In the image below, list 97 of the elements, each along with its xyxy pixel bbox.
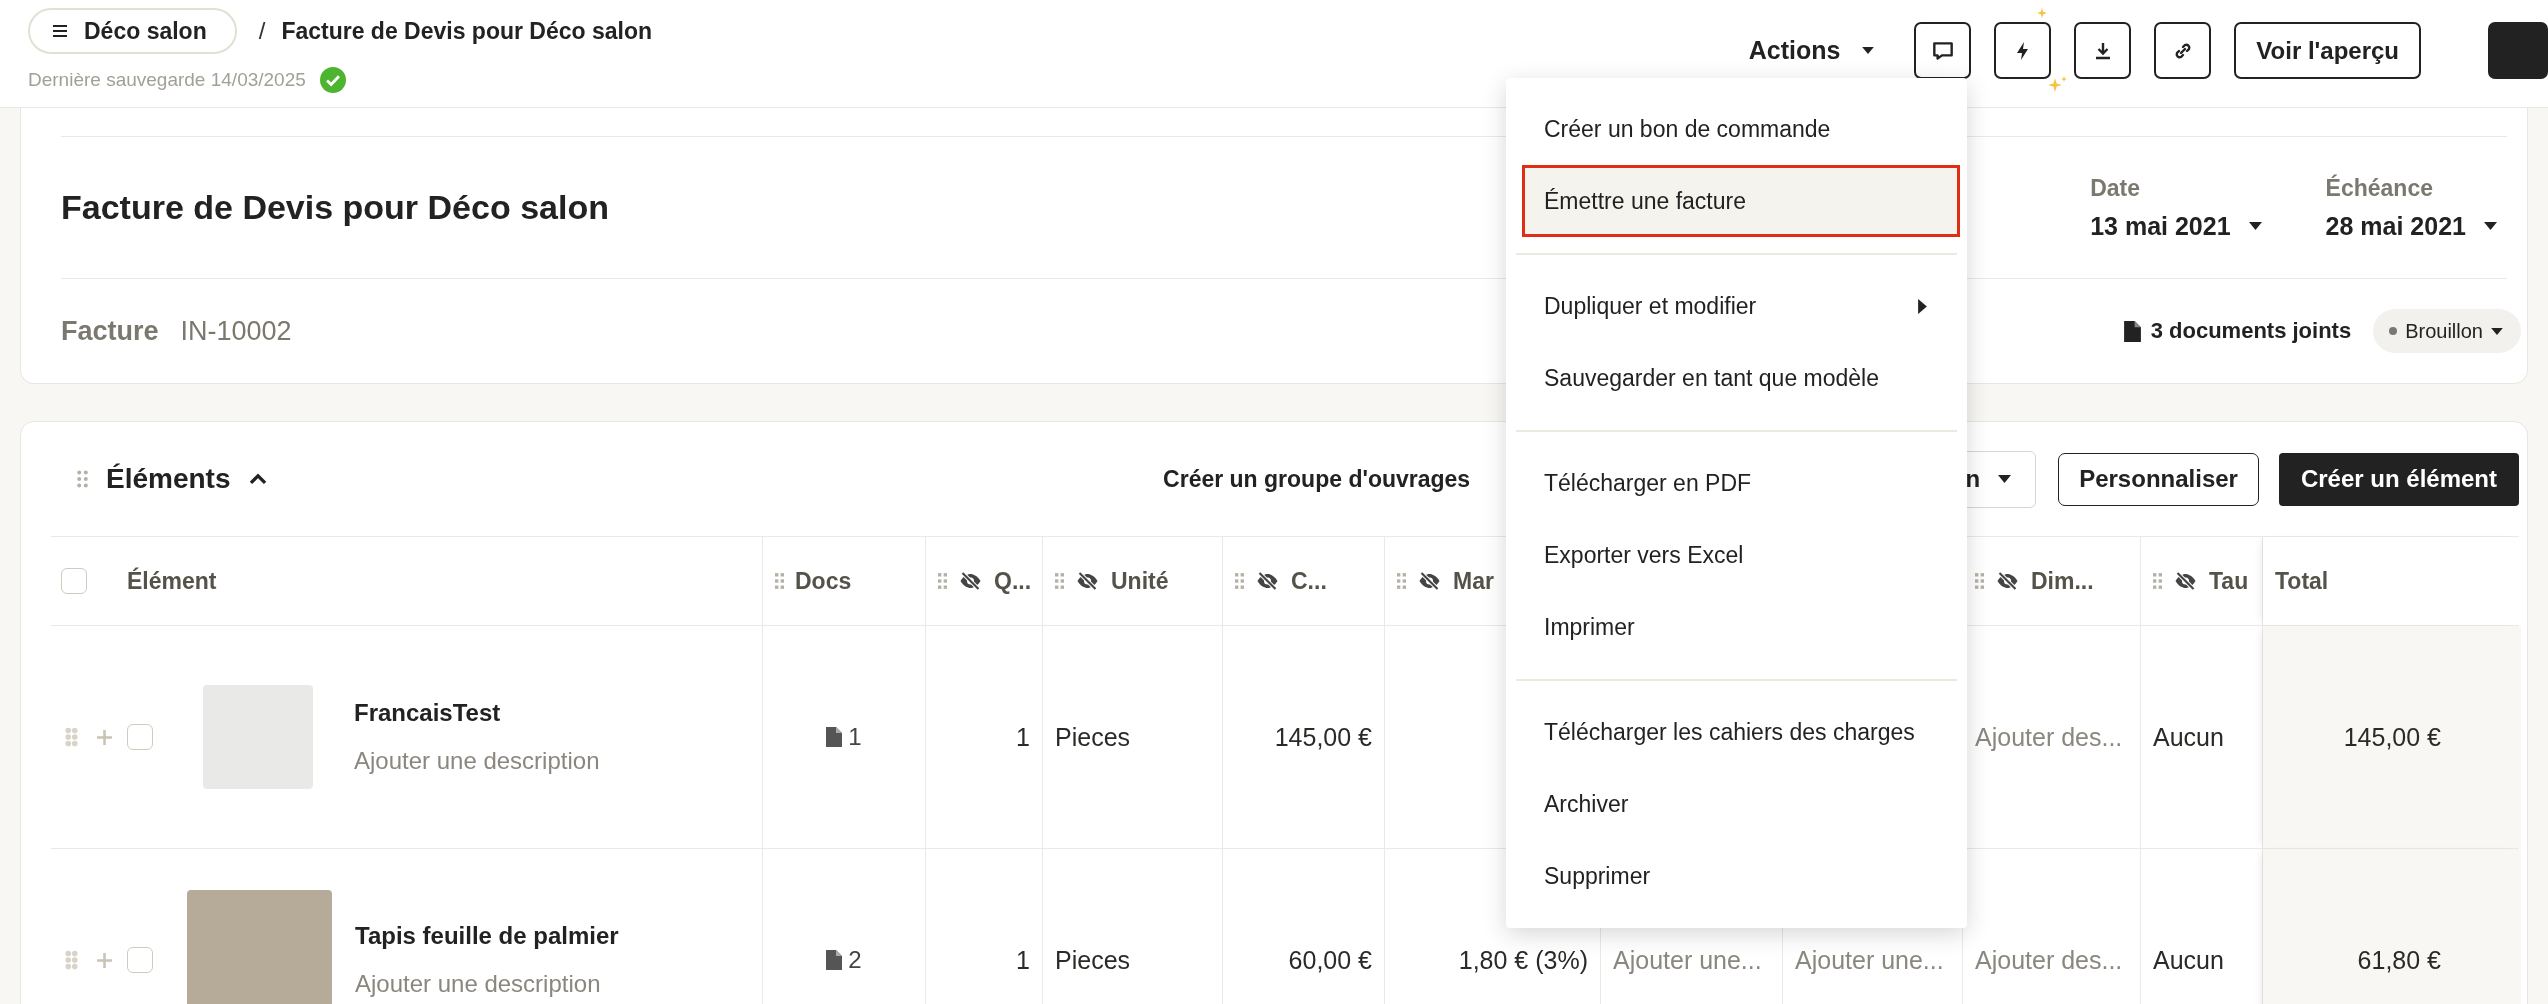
due-date-dropdown[interactable]: 28 mai 2021 — [2325, 211, 2497, 241]
item-name: Tapis feuille de palmier — [355, 922, 619, 950]
drag-handle-icon[interactable] — [77, 470, 88, 488]
item-name: FrancaisTest — [354, 699, 502, 727]
table-cell: 1 — [1016, 722, 1030, 752]
eye-slash-icon[interactable] — [958, 571, 983, 591]
caret-icon — [2248, 222, 2262, 230]
table-cell: 145,00 € — [1274, 722, 1372, 752]
eye-slash-icon[interactable] — [1255, 571, 1280, 591]
menu-item[interactable]: Imprimer — [1522, 591, 1960, 663]
menu-item[interactable]: Télécharger en PDF — [1522, 447, 1960, 519]
menu-icon — [52, 25, 68, 37]
menu-item[interactable]: Exporter vers Excel — [1522, 519, 1960, 591]
table-cell[interactable]: Ajouter des... — [1975, 722, 2123, 752]
page-title: Facture de Devis pour Déco salon — [281, 17, 653, 45]
chevron-icon[interactable] — [248, 473, 267, 485]
column-header: Élément — [127, 567, 217, 595]
column-header: Mar — [1453, 567, 1494, 595]
preview-button[interactable]: Voir l'aperçu — [2234, 22, 2421, 79]
caret-icon — [2491, 327, 2503, 335]
menu-item[interactable]: Créer un bon de commande — [1522, 93, 1960, 165]
drag-handle-icon[interactable] — [1397, 573, 1406, 589]
drag-handle-icon[interactable] — [775, 573, 784, 589]
due-date-label: Échéance — [2325, 174, 2434, 202]
eye-slash-icon[interactable] — [1075, 571, 1100, 591]
column-header: Tau — [2209, 567, 2249, 595]
eye-slash-icon[interactable] — [2173, 571, 2198, 591]
dot-icon — [2389, 327, 2398, 335]
attachments-link[interactable]: 3 documents joints — [2123, 318, 2352, 344]
caret-icon — [1862, 47, 1875, 54]
section-title: Éléments — [106, 463, 231, 495]
eye-slash-icon[interactable] — [1995, 571, 2020, 591]
table-cell: Pieces — [1055, 722, 1131, 752]
comment-icon[interactable] — [1914, 22, 1972, 79]
menu-item[interactable]: Émettre une facture — [1522, 165, 1960, 237]
table-cell: 60,00 € — [1288, 945, 1372, 975]
menu-item[interactable]: Dupliquer et modifier — [1522, 270, 1960, 342]
project-button[interactable]: Déco salon — [28, 8, 237, 54]
document-type: Facture — [61, 315, 159, 347]
caret-icon — [2484, 222, 2497, 230]
status-dropdown[interactable]: Brouillon — [2373, 309, 2521, 353]
link-icon[interactable] — [2154, 22, 2212, 79]
caret-icon — [1998, 475, 2012, 483]
plus-icon[interactable] — [96, 728, 113, 746]
column-header: C... — [1291, 567, 1327, 595]
table-cell: 1 — [1016, 945, 1030, 975]
drag-handle-icon[interactable] — [938, 573, 947, 589]
actions-button[interactable]: Actions — [1748, 22, 1875, 79]
drag-handle-icon[interactable] — [2153, 573, 2162, 589]
table-cell: Aucun — [2153, 945, 2224, 975]
document-title: Facture de Devis pour Déco salon — [61, 188, 609, 227]
lightning-icon[interactable] — [1994, 22, 2052, 79]
table-cell: Aucun — [2153, 722, 2224, 752]
description-field[interactable]: Ajouter une description — [354, 747, 600, 775]
sparkle-icon — [2037, 8, 2048, 18]
date-label: Date — [2090, 174, 2142, 202]
select-all-checkbox[interactable] — [61, 568, 87, 594]
menu-item[interactable]: Sauvegarder en tant que modèle — [1522, 342, 1960, 414]
column-header: Total — [2275, 567, 2329, 595]
eye-slash-icon[interactable] — [1417, 571, 1442, 591]
table-cell: 1,80 € (3%) — [1458, 945, 1588, 975]
drag-handle-icon[interactable] — [65, 727, 78, 747]
document-count[interactable]: 1 — [826, 723, 862, 751]
download-icon[interactable] — [2074, 22, 2132, 79]
drag-handle-icon[interactable] — [1975, 573, 1984, 589]
menu-item[interactable]: Supprimer — [1522, 840, 1960, 912]
table-cell[interactable]: Ajouter une... — [1795, 945, 1944, 975]
date-dropdown[interactable]: 13 mai 2021 — [2090, 211, 2262, 241]
document-count[interactable]: 2 — [826, 946, 862, 974]
row-checkbox[interactable] — [127, 724, 153, 750]
drag-handle-icon[interactable] — [1055, 573, 1064, 589]
drag-handle-icon[interactable] — [65, 950, 78, 970]
drag-handle-icon[interactable] — [1235, 573, 1244, 589]
save-status: Dernière sauvegarde 14/03/2025 — [28, 69, 306, 91]
create-group-button[interactable]: Créer un groupe d'ouvrages — [1163, 465, 1471, 493]
table-cell: Pieces — [1055, 945, 1131, 975]
description-field[interactable]: Ajouter une description — [355, 970, 619, 998]
dark-button[interactable] — [2488, 22, 2548, 79]
document-number: IN-10002 — [180, 315, 292, 347]
table-cell: 145,00 € — [2343, 722, 2441, 752]
file-icon — [826, 727, 843, 747]
row-checkbox[interactable] — [127, 947, 153, 973]
column-header: Docs — [795, 567, 852, 595]
create-element-button[interactable]: Créer un élément — [2278, 452, 2519, 506]
table-cell[interactable]: Ajouter des... — [1975, 945, 2123, 975]
file-icon — [2123, 320, 2141, 342]
column-header: Q... — [994, 567, 1032, 595]
customize-button[interactable]: Personnaliser — [2058, 452, 2259, 506]
table-cell[interactable]: Ajouter une... — [1613, 945, 1762, 975]
menu-item[interactable]: Télécharger les cahiers des charges — [1522, 696, 1960, 768]
column-header: Unité — [1111, 567, 1169, 595]
table-cell: 61,80 € — [2357, 945, 2441, 975]
plus-icon[interactable] — [96, 951, 113, 969]
menu-item[interactable]: Archiver — [1522, 768, 1960, 840]
breadcrumb-separator: / — [258, 17, 266, 45]
file-icon — [826, 950, 843, 970]
column-header: Dim... — [2031, 567, 2094, 595]
